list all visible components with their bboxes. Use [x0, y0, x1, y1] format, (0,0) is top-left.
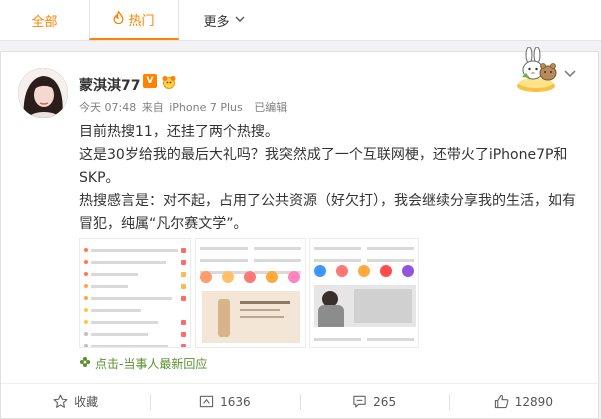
- comment-count: 265: [373, 394, 397, 409]
- post-content: 目前热搜11，还挂了两个热搜。 这是30岁给我的最后大礼吗？我突然成了一个互联网…: [79, 121, 584, 236]
- image-thumbnails: [79, 238, 419, 348]
- tab-more[interactable]: 更多: [179, 0, 269, 40]
- repost-count: 1636: [220, 394, 251, 409]
- chevron-down-icon: [235, 15, 245, 26]
- post-action-bar: 收藏 1636 265 12890: [1, 383, 598, 419]
- image-thumbnail-app-ad[interactable]: [195, 238, 306, 348]
- star-icon: [53, 394, 68, 408]
- member-level-icon: [161, 74, 177, 89]
- tab-hot-label: 热门: [128, 13, 155, 29]
- post-time[interactable]: 今天 07:48: [79, 101, 136, 114]
- fire-icon: [113, 9, 124, 28]
- post-meta: 今天 07:48 来自 iPhone 7 Plus 已编辑: [79, 99, 289, 115]
- repost-button[interactable]: 1636: [150, 384, 299, 419]
- post-menu-chevron-icon[interactable]: [564, 67, 576, 82]
- post-paragraph: 这是30岁给我的最后大礼吗？我突然成了一个互联网梗，还带火了iPhone7P和S…: [79, 147, 568, 186]
- flower-icon: [79, 356, 91, 371]
- edited-label[interactable]: 已编辑: [254, 101, 287, 114]
- bunny-decoration-icon: [512, 46, 562, 95]
- username[interactable]: 蒙淇淇77: [79, 75, 140, 95]
- top-tab-bar: 全部 热门 更多: [0, 0, 601, 41]
- latest-response-label: 点击-当事人最新回应: [95, 357, 208, 371]
- latest-response-link[interactable]: 点击-当事人最新回应: [79, 355, 207, 372]
- tab-hot[interactable]: 热门: [89, 0, 179, 40]
- tab-all-label: 全部: [31, 14, 58, 30]
- post-source[interactable]: iPhone 7 Plus: [169, 101, 243, 114]
- like-count: 12890: [514, 394, 553, 409]
- image-thumbnail-hot-list[interactable]: [79, 238, 191, 348]
- thumbs-up-icon: [494, 394, 509, 409]
- source-prefix: 来自: [141, 101, 164, 114]
- tab-all[interactable]: 全部: [0, 0, 89, 40]
- image-thumbnail-search-feed[interactable]: [309, 238, 419, 348]
- post-card: 蒙淇淇77 V 今天 07:48 来自 iPhone 7 Plus 已编辑 目前…: [0, 46, 599, 419]
- verified-badge: V: [143, 74, 157, 88]
- post-paragraph: 目前热搜11，还挂了两个热搜。: [79, 124, 279, 140]
- like-button[interactable]: 12890: [448, 384, 598, 419]
- favorite-button[interactable]: 收藏: [1, 384, 150, 419]
- comment-button[interactable]: 265: [299, 384, 449, 419]
- comment-icon: [353, 395, 366, 408]
- repost-icon: [199, 395, 214, 408]
- favorite-label: 收藏: [74, 395, 99, 409]
- tab-more-label: 更多: [203, 14, 230, 30]
- post-paragraph: 热搜感言是：对不起，占用了公共资源（好欠打），我会继续分享我的生活，如有冒犯，纯…: [79, 193, 576, 232]
- avatar[interactable]: [18, 68, 68, 118]
